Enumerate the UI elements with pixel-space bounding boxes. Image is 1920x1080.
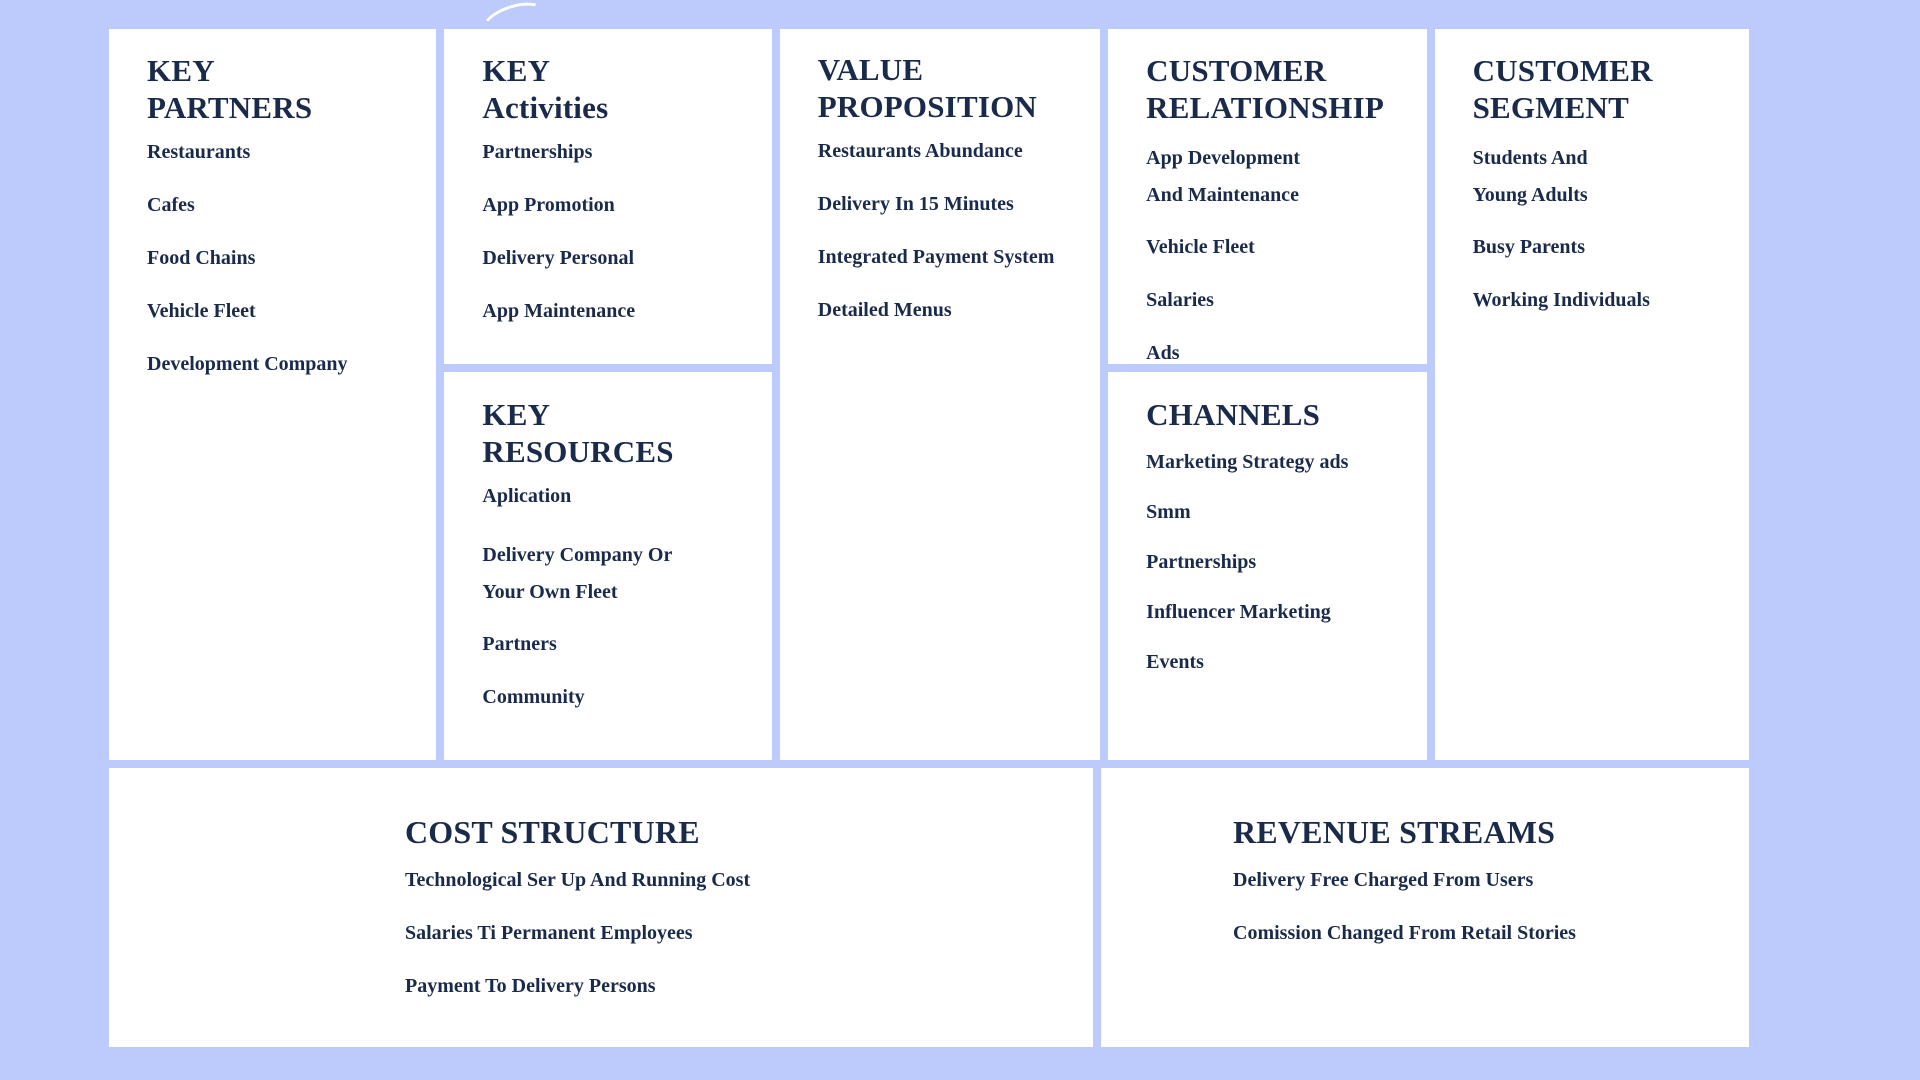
- panel-title-key-activities: KEY Activities: [482, 53, 609, 125]
- item-list-customer-relationship: App Development And Maintenance Vehicle …: [1146, 140, 1426, 364]
- list-item: Influencer Marketing: [1146, 600, 1331, 623]
- canvas-top-row: KEY PARTNERS Restaurants Cafes Food Chai…: [109, 29, 1750, 760]
- list-item: Smm: [1146, 500, 1191, 523]
- list-item: Events: [1146, 650, 1204, 673]
- item-list-customer-segment: Students And Young Adults Busy Parents W…: [1473, 140, 1749, 312]
- panel-customer-relationship[interactable]: CUSTOMER RELATIONSHIP App Development An…: [1108, 29, 1427, 364]
- column-key-partners: KEY PARTNERS Restaurants Cafes Food Chai…: [109, 29, 437, 760]
- item-list-key-activities: Partnerships App Promotion Delivery Pers…: [482, 140, 771, 323]
- panel-cost-structure[interactable]: COST STRUCTURE Technological Ser Up And …: [109, 768, 1093, 1047]
- panel-key-activities[interactable]: KEY Activities Partnerships App Promotio…: [444, 29, 772, 364]
- panel-title-key-partners: KEY PARTNERS: [147, 53, 313, 125]
- list-item: Cafes: [147, 194, 195, 217]
- list-item: Partnerships: [1146, 550, 1257, 573]
- canvas-bottom-row: COST STRUCTURE Technological Ser Up And …: [109, 768, 1749, 1047]
- panel-channels[interactable]: CHANNELS Marketing Strategy ads Smm Part…: [1108, 372, 1427, 760]
- list-item: Vehicle Fleet: [147, 300, 256, 323]
- list-item: Salaries: [1146, 288, 1214, 311]
- panel-key-partners[interactable]: KEY PARTNERS Restaurants Cafes Food Chai…: [109, 29, 437, 760]
- list-item: Restaurants Abundance: [817, 140, 1023, 163]
- list-item: App Maintenance: [482, 300, 636, 323]
- panel-value-proposition[interactable]: VALUE PROPOSITION Restaurants Abundance …: [779, 29, 1101, 760]
- item-list-channels: Marketing Strategy ads Smm Partnerships …: [1146, 450, 1426, 674]
- panel-key-resources[interactable]: KEY RESOURCES Aplication Delivery Compan…: [444, 372, 772, 760]
- list-item: Ads: [1146, 341, 1180, 364]
- panel-title-cost-structure: COST STRUCTURE: [405, 814, 700, 850]
- business-model-canvas: KEY PARTNERS Restaurants Cafes Food Chai…: [109, 0, 1750, 1047]
- list-item: App Development And Maintenance: [1146, 147, 1301, 206]
- column-customer-relationship: CUSTOMER RELATIONSHIP App Development An…: [1108, 29, 1427, 760]
- column-customer-segment: CUSTOMER SEGMENT Students And Young Adul…: [1434, 29, 1750, 760]
- item-list-key-resources: Aplication Delivery Company Or Your Own …: [482, 484, 771, 709]
- item-list-key-partners: Restaurants Cafes Food Chains Vehicle Fl…: [147, 140, 436, 376]
- list-item: Aplication: [482, 485, 572, 508]
- panel-customer-segment[interactable]: CUSTOMER SEGMENT Students And Young Adul…: [1434, 29, 1750, 760]
- list-item: Vehicle Fleet: [1146, 235, 1255, 258]
- list-item: Community: [482, 685, 585, 708]
- list-item: Salaries Ti Permanent Employees: [405, 921, 693, 944]
- item-list-value-proposition: Restaurants Abundance Delivery In 15 Min…: [818, 139, 1100, 322]
- item-list-revenue-streams: Delivery Free Charged From Users Comissi…: [1233, 868, 1749, 945]
- panel-title-channels: CHANNELS: [1146, 397, 1321, 432]
- list-item: Students And Young Adults: [1472, 147, 1588, 206]
- list-item: Delivery Free Charged From Users: [1233, 868, 1534, 891]
- list-item: Comission Changed From Retail Stories: [1233, 921, 1576, 944]
- list-item: Food Chains: [147, 247, 256, 270]
- list-item: Partners: [482, 632, 557, 655]
- list-item: Delivery In 15 Minutes: [817, 193, 1014, 216]
- item-list-cost-structure: Technological Ser Up And Running Cost Sa…: [405, 868, 1093, 998]
- panel-title-key-resources: KEY RESOURCES: [482, 397, 674, 469]
- list-item: App Promotion: [482, 194, 615, 217]
- list-item: Payment To Delivery Persons: [405, 974, 656, 997]
- list-item: Detailed Menus: [817, 299, 952, 322]
- list-item: Working Individuals: [1472, 288, 1650, 311]
- panel-title-customer-relationship: CUSTOMER RELATIONSHIP: [1146, 53, 1384, 125]
- panel-title-value-proposition: VALUE PROPOSITION: [817, 52, 1037, 124]
- list-item: Technological Ser Up And Running Cost: [405, 868, 751, 891]
- list-item: Delivery Company Or Your Own Fleet: [482, 544, 673, 603]
- list-item: Delivery Personal: [482, 247, 634, 270]
- column-value-proposition: VALUE PROPOSITION Restaurants Abundance …: [779, 29, 1101, 760]
- list-item: Busy Parents: [1472, 235, 1585, 258]
- column-key-activities: KEY Activities Partnerships App Promotio…: [444, 29, 772, 760]
- list-item: Integrated Payment System: [817, 246, 1055, 269]
- panel-revenue-streams[interactable]: REVENUE STREAMS Delivery Free Charged Fr…: [1101, 768, 1749, 1047]
- list-item: Restaurants: [147, 141, 251, 164]
- panel-title-customer-segment: CUSTOMER SEGMENT: [1472, 53, 1653, 125]
- list-item: Partnerships: [482, 141, 593, 164]
- list-item: Development Company: [147, 353, 348, 376]
- panel-title-revenue-streams: REVENUE STREAMS: [1233, 814, 1556, 850]
- list-item: Marketing Strategy ads: [1146, 450, 1349, 473]
